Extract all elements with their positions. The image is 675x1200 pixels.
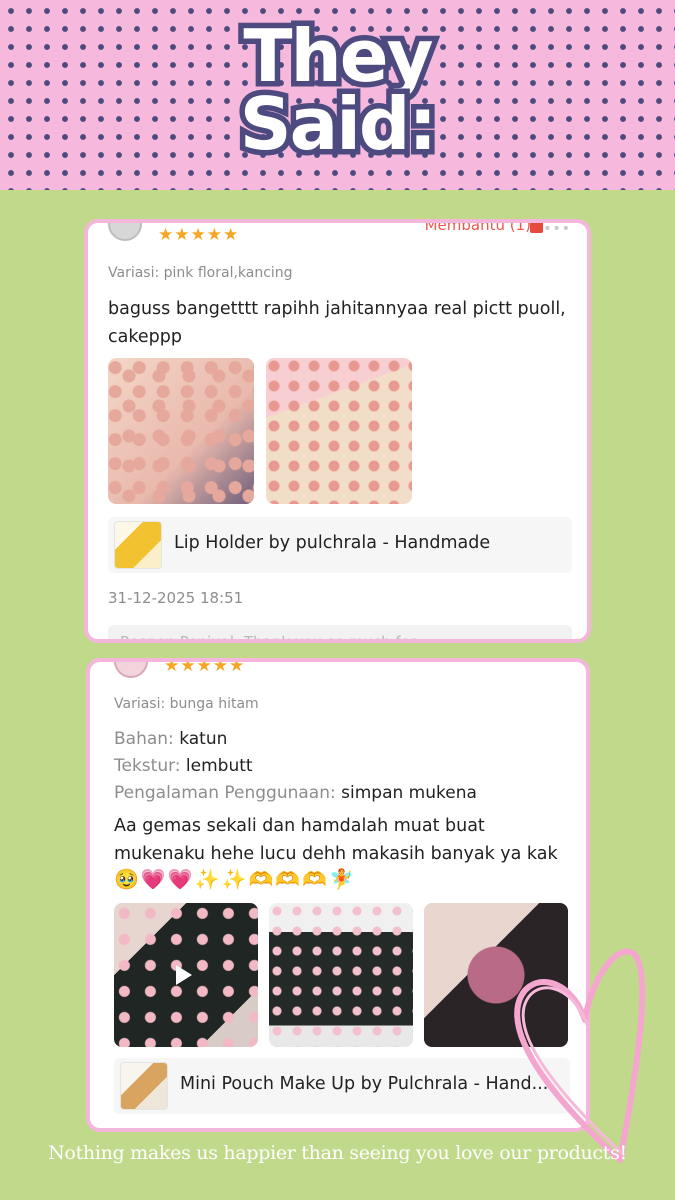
product-thumbnail bbox=[114, 521, 162, 569]
attribute-row: Pengalaman Penggunaan: simpan mukena bbox=[114, 780, 477, 807]
footer-caption: Nothing makes us happier than seeing you… bbox=[48, 1142, 627, 1164]
play-icon[interactable] bbox=[176, 965, 192, 985]
attribute-value: lembutt bbox=[185, 756, 253, 776]
seller-reply: Respon Penjual: Thank you so much for bbox=[108, 625, 572, 643]
product-thumbnail bbox=[120, 1062, 168, 1110]
variant-label: Variasi: pink floral,kancing bbox=[108, 265, 293, 281]
attribute-key: Tekstur: bbox=[114, 756, 181, 776]
rating-stars: ★★★★★ bbox=[158, 225, 240, 245]
rating-stars: ★★★★★ bbox=[164, 658, 246, 676]
attribute-row: Tekstur: lembutt bbox=[114, 753, 253, 780]
more-options-icon[interactable]: ••• bbox=[543, 223, 571, 237]
headline-line-1: They bbox=[238, 14, 439, 98]
review-text: baguss bangetttt rapihh jahitannyaa real… bbox=[108, 299, 566, 347]
headline-line-2: Said: bbox=[234, 82, 442, 166]
attribute-value: simpan mukena bbox=[341, 783, 477, 803]
helpful-indicator[interactable] bbox=[488, 658, 526, 662]
review-text: Aa gemas sekali dan hamdalah muat buat m… bbox=[114, 816, 558, 864]
product-link[interactable]: Lip Holder by pulchrala - Handmade bbox=[108, 517, 572, 573]
thumbs-up-icon[interactable] bbox=[530, 223, 543, 233]
headline: They Said: bbox=[0, 14, 675, 166]
seller-reply-text: Respon Penjual: Thank you so much for bbox=[120, 633, 417, 643]
review-photo[interactable] bbox=[269, 903, 413, 1047]
avatar[interactable] bbox=[108, 223, 142, 241]
helpful-label[interactable]: Membantu (1) bbox=[425, 223, 531, 234]
review-video-thumbnail[interactable] bbox=[114, 903, 258, 1047]
variant-label: Variasi: bunga hitam bbox=[114, 696, 259, 712]
review-photo[interactable] bbox=[108, 358, 254, 504]
attribute-row: Bahan: katun bbox=[114, 726, 227, 753]
attribute-key: Bahan: bbox=[114, 729, 174, 749]
review-timestamp: 31-12-2025 18:51 bbox=[108, 589, 244, 607]
heart-doodle-icon bbox=[514, 948, 646, 1163]
emoji-row: 🥹💗💗✨✨🫶🫶🫶🧚 bbox=[114, 867, 357, 891]
product-name: Lip Holder by pulchrala - Handmade bbox=[174, 533, 491, 553]
attribute-key: Pengalaman Penggunaan: bbox=[114, 783, 336, 803]
review-photo[interactable] bbox=[266, 358, 412, 504]
review-card-1: ★★★★★ Membantu (1) ••• Variasi: pink flo… bbox=[84, 219, 591, 643]
avatar[interactable] bbox=[114, 662, 148, 678]
attribute-value: katun bbox=[179, 729, 228, 749]
